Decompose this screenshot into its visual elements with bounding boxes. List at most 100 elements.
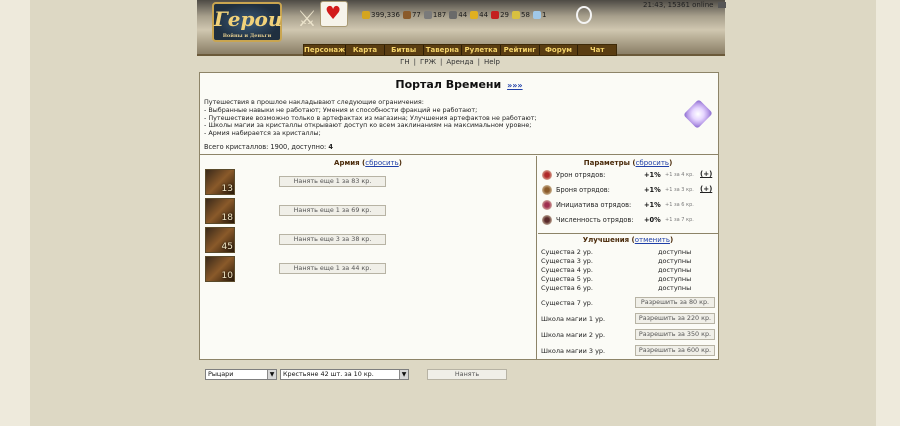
params-section: Параметры (сбросить) Урон отрядов: +1% +1 … xyxy=(538,156,718,234)
param-row: Броня отрядов: +1% +1 за 3 кр. (+) xyxy=(542,184,718,196)
upgrades-cancel-link[interactable]: отменить xyxy=(635,236,670,244)
faction-select[interactable]: Рыцари ▼ xyxy=(205,369,277,380)
upgrade-row: Существа 4 ур. доступны xyxy=(541,266,717,274)
portal-title-link[interactable]: »»» xyxy=(507,81,523,90)
param-label: Броня отрядов: xyxy=(556,186,610,194)
param-plus-button[interactable]: (+) xyxy=(700,170,712,178)
params-title: Параметры (сбросить) xyxy=(583,159,673,167)
upgrades-title-text: Улучшения xyxy=(582,236,630,244)
param-cost: +1 за 4 кр. xyxy=(665,172,694,178)
upgrade-label: Существа 6 ур. xyxy=(541,284,593,292)
sub-link[interactable]: Аренда xyxy=(444,58,475,66)
chevron-down-icon: ▼ xyxy=(399,370,408,379)
upgrade-label: Существа 5 ур. xyxy=(541,275,593,283)
upgrades-title: Улучшения (отменить) xyxy=(582,236,674,244)
online-count: 15361 online xyxy=(667,1,714,9)
resource-item: 29 xyxy=(491,11,509,19)
param-plus-button[interactable]: (+) xyxy=(700,185,712,193)
resource-value: 187 xyxy=(432,11,447,19)
param-cost: +1 за 7 кр. xyxy=(665,217,694,223)
totals-available: 4 xyxy=(328,143,333,151)
nav-item[interactable]: Персонаж xyxy=(304,45,347,55)
unit-portrait[interactable]: 18 xyxy=(205,198,235,224)
resource-icon xyxy=(362,11,370,19)
logo-subtitle: Войны и Деньги xyxy=(222,33,272,39)
allow-button[interactable]: Разрешить за 600 кр. xyxy=(635,345,715,356)
hire-more-button[interactable]: Нанять еще 3 за 38 кр. xyxy=(279,234,386,245)
hire-more-button[interactable]: Нанять еще 1 за 69 кр. xyxy=(279,205,386,216)
unit-count: 45 xyxy=(221,242,233,252)
crystal-totals: Всего кристаллов: 1900, доступно: 4 xyxy=(204,143,333,151)
unit-select[interactable]: Крестьяне 42 шт. за 10 кр. ▼ xyxy=(280,369,409,380)
nav-item[interactable]: Битвы xyxy=(385,45,424,55)
sub-link[interactable]: ГН xyxy=(398,58,412,66)
resource-item: 1 xyxy=(532,11,546,19)
game-logo[interactable]: Герои Войны и Деньги xyxy=(212,2,282,42)
upgrade-row: Школа магии 2 ур. Разрешить за 350 кр. xyxy=(541,329,717,341)
resource-value: 44 xyxy=(479,11,489,19)
param-icon xyxy=(542,200,552,210)
param-label: Инициатива отрядов: xyxy=(556,201,632,209)
allow-button[interactable]: Разрешить за 80 кр. xyxy=(635,297,715,308)
nav-item[interactable]: Рейтинг xyxy=(501,45,540,55)
nav-item[interactable]: Рулетка xyxy=(462,45,501,55)
main-nav: Персонаж Карта Битвы Таверна Рулетка Рейтинг Ф… xyxy=(303,44,617,56)
separator: | xyxy=(413,58,416,66)
allow-button[interactable]: Разрешить за 220 кр. xyxy=(635,313,715,324)
param-row: Численность отрядов: +0% +1 за 7 кр. xyxy=(542,214,718,226)
hire-more-button[interactable]: Нанять еще 1 за 44 кр. xyxy=(279,263,386,274)
nav-item[interactable]: Карта xyxy=(346,45,385,55)
upgrade-label: Школа магии 3 ур. xyxy=(541,347,606,355)
upgrade-row: Школа магии 1 ур. Разрешить за 220 кр. xyxy=(541,313,717,325)
resource-icon xyxy=(470,11,479,19)
portal-description: Путешествия в прошлое накладывают следую… xyxy=(204,98,674,138)
hire-button[interactable]: Нанять xyxy=(427,369,507,380)
upgrade-row: Школа магии 3 ур. Разрешить за 600 кр. xyxy=(541,345,717,357)
sub-link[interactable]: ГРЖ xyxy=(418,58,438,66)
resource-icon xyxy=(512,11,521,19)
resource-value: 399,336 xyxy=(371,11,400,19)
unit-portrait[interactable]: 45 xyxy=(205,227,235,253)
upgrade-status: доступны xyxy=(658,266,692,274)
sub-links: ГН | ГРЖ | Аренда | Help xyxy=(0,58,900,66)
resource-value: 44 xyxy=(458,11,468,19)
upgrade-row: Существа 7 ур. Разрешить за 80 кр. xyxy=(541,297,717,309)
upgrade-row: Существа 2 ур. доступны xyxy=(541,248,717,256)
sub-link[interactable]: Help xyxy=(482,58,502,66)
unit-row: 13 Нанять еще 1 за 83 кр. xyxy=(205,169,535,195)
health-box[interactable]: ♥ xyxy=(320,1,348,27)
unit-row: 18 Нанять еще 1 за 69 кр. xyxy=(205,198,535,224)
unit-portrait[interactable]: 10 xyxy=(205,256,235,282)
upgrade-status: доступны xyxy=(658,275,692,283)
chevron-down-icon: ▼ xyxy=(267,370,276,379)
param-cost: +1 за 3 кр. xyxy=(665,187,694,193)
upgrade-status: доступны xyxy=(658,257,692,265)
upgrade-status: доступны xyxy=(658,284,692,292)
unit-portrait[interactable]: 13 xyxy=(205,169,235,195)
param-value: +1% xyxy=(644,201,661,209)
resource-item: 44 xyxy=(470,11,488,19)
totals-text: Всего кристаллов: 1900, доступно: xyxy=(204,143,329,151)
upgrade-row: Существа 5 ур. доступны xyxy=(541,275,717,283)
hire-more-button[interactable]: Нанять еще 1 за 83 кр. xyxy=(279,176,386,187)
page-title: Портал Времени »»» xyxy=(200,78,718,91)
ring-icon[interactable] xyxy=(576,6,592,24)
nav-item[interactable]: Форум xyxy=(540,45,579,55)
upgrade-label: Существа 2 ур. xyxy=(541,248,593,256)
allow-button[interactable]: Разрешить за 350 кр. xyxy=(635,329,715,340)
resource-value: 77 xyxy=(411,11,421,19)
upgrade-row: Существа 3 ур. доступны xyxy=(541,257,717,265)
army-reset-link[interactable]: сбросить xyxy=(365,159,399,167)
resource-icon xyxy=(532,11,541,19)
nav-item[interactable]: Таверна xyxy=(424,45,463,55)
resource-icon xyxy=(423,11,432,19)
upgrade-row: Существа 6 ур. доступны xyxy=(541,284,717,292)
army-title-text: Армия xyxy=(334,159,360,167)
params-reset-link[interactable]: сбросить xyxy=(636,159,670,167)
param-cost: +1 за 6 кр. xyxy=(665,202,694,208)
nav-item[interactable]: Чат xyxy=(578,45,616,55)
params-title-text: Параметры xyxy=(583,159,630,167)
separator: | xyxy=(477,58,480,66)
online-icon[interactable] xyxy=(717,2,726,8)
resource-icon xyxy=(402,11,411,19)
